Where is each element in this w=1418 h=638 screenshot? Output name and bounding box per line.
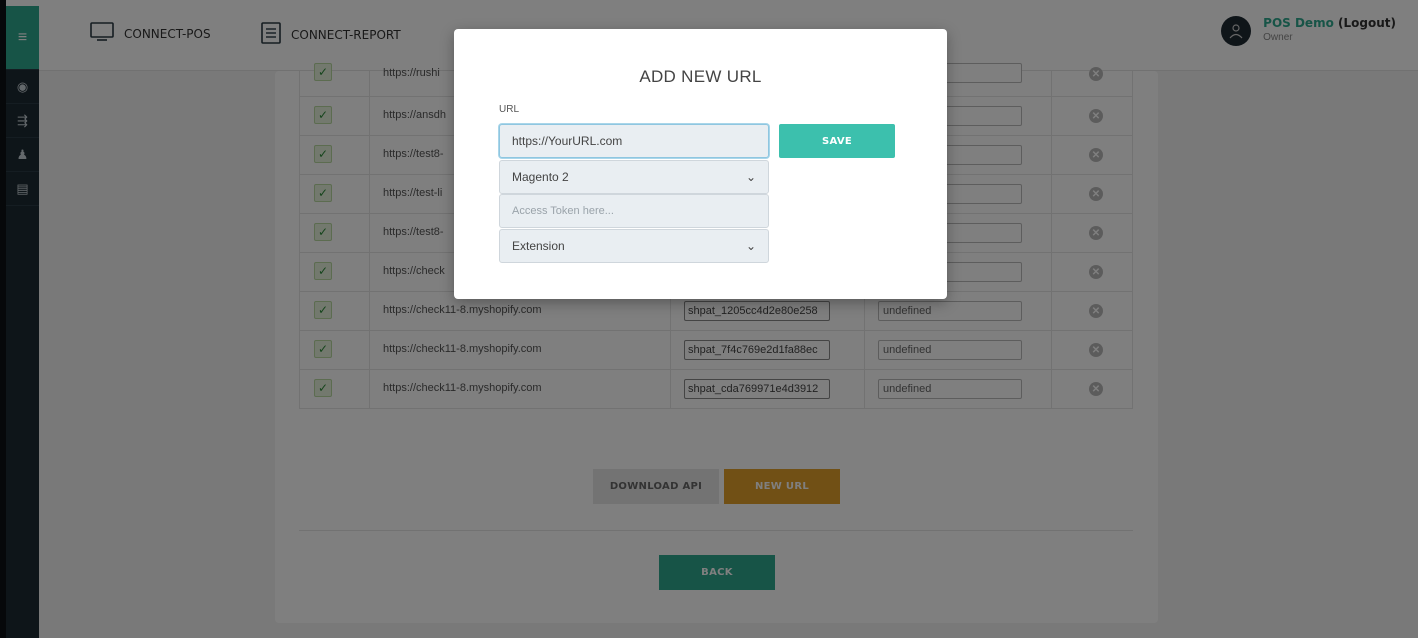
access-token-input[interactable]: Access Token here... — [499, 194, 769, 228]
url-input-value: https://YourURL.com — [512, 134, 623, 148]
access-token-placeholder: Access Token here... — [512, 205, 614, 217]
platform-select[interactable]: Magento 2 ⌄ — [499, 160, 769, 194]
type-select[interactable]: Extension ⌄ — [499, 229, 769, 263]
save-button[interactable]: SAVE — [779, 124, 895, 158]
type-select-value: Extension — [512, 239, 565, 253]
url-label: URL — [499, 104, 520, 115]
chevron-down-icon: ⌄ — [745, 170, 756, 184]
add-url-modal: ADD NEW URL URL https://YourURL.com Mage… — [454, 29, 947, 299]
chevron-down-icon: ⌄ — [745, 239, 756, 253]
platform-select-value: Magento 2 — [512, 170, 569, 184]
url-input[interactable]: https://YourURL.com — [499, 124, 769, 158]
modal-title: ADD NEW URL — [639, 67, 762, 86]
